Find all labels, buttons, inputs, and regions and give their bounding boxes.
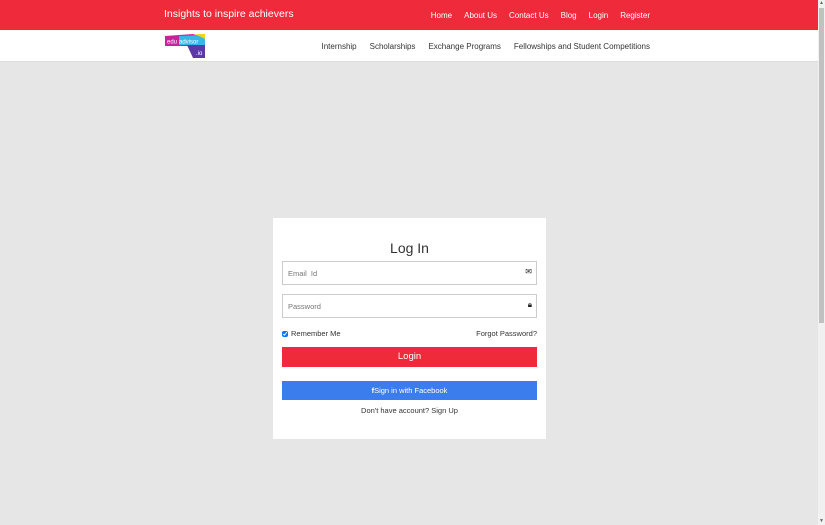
svg-text:edu: edu (167, 40, 177, 46)
logo[interactable]: edu advisor .io (165, 34, 205, 58)
remember-me-checkbox[interactable] (282, 330, 288, 337)
scrollbar[interactable]: ▲ ▼ (818, 0, 825, 525)
envelope-icon: ✉ (525, 267, 532, 276)
main-nav: Internship Scholarships Exchange Program… (321, 42, 650, 51)
password-field-wrapper: 🔒︎ (282, 294, 537, 318)
login-card: Log In ✉ 🔒︎ Remember Me Forgot Password?… (273, 218, 546, 439)
top-nav: Home About Us Contact Us Blog Login Regi… (431, 11, 650, 20)
main-navbar: edu advisor .io Internship Scholarships … (0, 30, 818, 62)
nav-home[interactable]: Home (431, 11, 452, 20)
email-field[interactable] (283, 262, 513, 284)
signup-link[interactable]: Don't have account? Sign Up (273, 406, 546, 415)
login-title: Log In (390, 240, 429, 256)
top-bar: Insights to inspire achievers Home About… (0, 0, 818, 30)
email-field-wrapper: ✉ (282, 261, 537, 285)
tagline: Insights to inspire achievers (164, 8, 294, 20)
scrollbar-thumb[interactable] (819, 8, 824, 323)
nav-blog[interactable]: Blog (561, 11, 577, 20)
forgot-password-link[interactable]: Forgot Password? (476, 329, 537, 338)
nav-exchange-programs[interactable]: Exchange Programs (428, 42, 500, 51)
password-field[interactable] (283, 295, 513, 317)
scroll-up-icon[interactable]: ▲ (819, 1, 824, 6)
nav-register[interactable]: Register (620, 11, 650, 20)
scroll-down-icon[interactable]: ▼ (819, 519, 824, 524)
facebook-signin-button[interactable]: fSign in with Facebook (282, 381, 537, 400)
nav-contact-us[interactable]: Contact Us (509, 11, 549, 20)
login-button[interactable]: Login (282, 347, 537, 367)
lock-icon: 🔒︎ (527, 300, 532, 309)
nav-about-us[interactable]: About Us (464, 11, 497, 20)
nav-login[interactable]: Login (589, 11, 609, 20)
svg-text:.io: .io (196, 51, 203, 57)
remember-me-label: Remember Me (291, 329, 341, 338)
facebook-signin-label: Sign in with Facebook (374, 386, 448, 395)
nav-internship[interactable]: Internship (321, 42, 356, 51)
nav-scholarships[interactable]: Scholarships (370, 42, 416, 51)
remember-me[interactable]: Remember Me (282, 329, 341, 338)
svg-text:advisor: advisor (179, 40, 198, 46)
nav-fellowships[interactable]: Fellowships and Student Competitions (514, 42, 650, 51)
